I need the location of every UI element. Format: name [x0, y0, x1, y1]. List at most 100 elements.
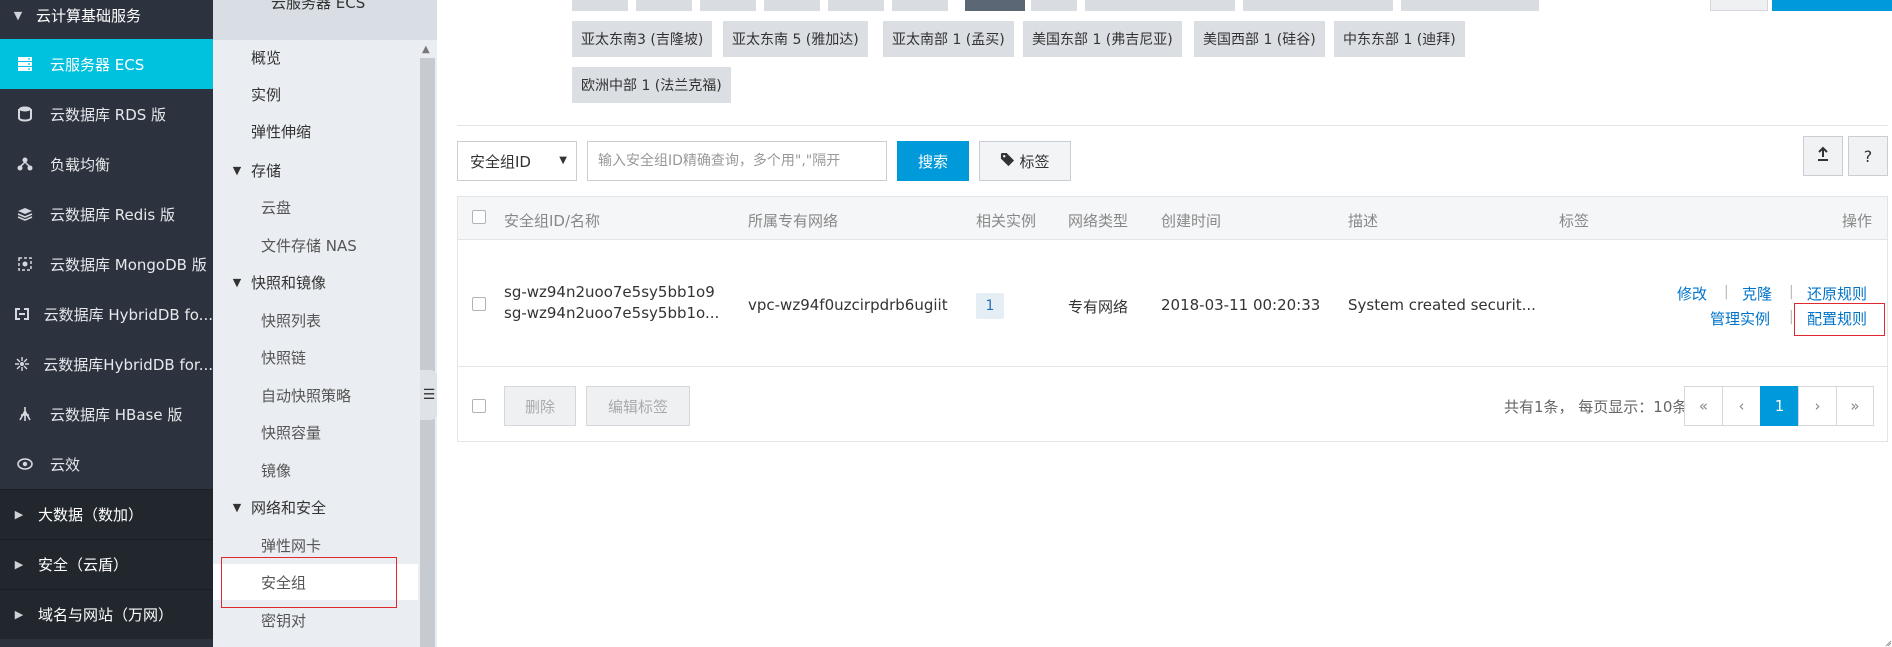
security-group-id[interactable]: sg-wz94n2uoo7e5sy5bb1o9 [504, 283, 715, 301]
instance-count-badge[interactable]: 1 [976, 293, 1004, 319]
nav-item-hybriddb-2[interactable]: 云数据库HybridDB for... [0, 339, 213, 389]
nav-item-slb[interactable]: 负载均衡 [0, 139, 213, 189]
region-button-selected-partial[interactable] [965, 0, 1025, 11]
region-button-partial[interactable] [700, 0, 756, 11]
sidebar-item-nas[interactable]: 文件存储 NAS [213, 227, 418, 263]
region-button-partial[interactable] [1031, 0, 1077, 11]
region-button-partial[interactable] [1243, 0, 1393, 11]
nav-item-mongodb[interactable]: 云数据库 MongoDB 版 [0, 239, 213, 289]
region-button[interactable]: 亚太东南 5 (雅加达) [723, 21, 868, 57]
sidebar-item-snapshot-list[interactable]: 快照列表 [213, 302, 418, 338]
sidebar-item-disks[interactable]: 云盘 [213, 189, 418, 225]
scroll-up-icon[interactable]: ▲ [422, 44, 430, 55]
toolbar-button-partial[interactable] [1710, 0, 1768, 11]
caret-right-icon: ▶ [14, 608, 24, 621]
network-type: 专有网络 [1068, 298, 1129, 316]
nav-item-ecs[interactable]: 云服务器 ECS [0, 39, 213, 89]
delete-button[interactable]: 删除 [504, 386, 576, 426]
sidebar-item-instances[interactable]: 实例 [213, 76, 418, 112]
nav-group-domains[interactable]: ▶ 域名与网站（万网） [0, 589, 213, 639]
filter-type-select[interactable]: 安全组ID ▼ [457, 141, 577, 181]
region-button[interactable]: 中东东部 1 (迪拜) [1334, 21, 1465, 57]
sidebar-section-label: 存储 [251, 161, 282, 180]
sidebar-section-snapshots[interactable]: ▼ 快照和镜像 [213, 264, 418, 300]
sidebar-section-network[interactable]: ▼ 网络和安全 [213, 489, 418, 525]
region-button[interactable]: 美国东部 1 (弗吉尼亚) [1023, 21, 1182, 57]
sidebar-item-overview[interactable]: 概览 [213, 39, 418, 75]
footer-select-checkbox[interactable] [472, 399, 486, 413]
vpc-id[interactable]: vpc-wz94f0uzcirpdrb6ugiit [748, 296, 948, 314]
nav-group-security[interactable]: ▶ 安全（云盾） [0, 539, 213, 589]
tag-filter-button[interactable]: 标签 [979, 141, 1071, 181]
region-button[interactable]: 欧洲中部 1 (法兰克福) [572, 67, 731, 103]
region-button-partial[interactable] [764, 0, 820, 11]
divider [457, 125, 1888, 126]
sidebar-item-autoscaling[interactable]: 弹性伸缩 [213, 113, 418, 149]
main-content: 亚太东南3 (吉隆坡) 亚太东南 5 (雅加达) 亚太南部 1 (孟买) 美国东… [437, 0, 1892, 647]
region-button-partial[interactable] [828, 0, 884, 11]
edit-tags-button[interactable]: 编辑标签 [586, 386, 690, 426]
sidebar-item-eni[interactable]: 弹性网卡 [213, 527, 418, 563]
scrollbar-thumb[interactable] [420, 58, 435, 647]
sidebar-item-auto-snapshot[interactable]: 自动快照策略 [213, 377, 418, 413]
nav-item-label: 云数据库 RDS 版 [50, 105, 167, 124]
col-header-description: 描述 [1348, 212, 1379, 230]
select-all-checkbox[interactable] [472, 210, 486, 224]
caret-down-icon: ▼ [13, 8, 23, 22]
row-checkbox[interactable] [472, 297, 486, 311]
nav-item-hbase[interactable]: 云数据库 HBase 版 [0, 389, 213, 439]
sidebar-section-storage[interactable]: ▼ 存储 [213, 152, 418, 188]
sidebar-item-snapshot-capacity[interactable]: 快照容量 [213, 414, 418, 450]
pagination-current-page[interactable]: 1 [1760, 386, 1799, 426]
nav-item-rds[interactable]: 云数据库 RDS 版 [0, 89, 213, 139]
region-button-partial[interactable] [636, 0, 692, 11]
sidebar-item-security-groups[interactable]: 安全组 [213, 564, 418, 600]
separator: | [1724, 284, 1729, 300]
region-button-partial[interactable] [892, 0, 948, 11]
configure-rules-link[interactable]: 配置规则 [1807, 308, 1867, 329]
export-button[interactable] [1803, 136, 1843, 176]
nav-item-hybriddb-1[interactable]: 云数据库 HybridDB fo... [0, 289, 213, 339]
search-button[interactable]: 搜索 [897, 141, 969, 181]
nav-item-label: 负载均衡 [50, 155, 111, 174]
sidebar-collapse-toggle[interactable]: ☰ [420, 370, 438, 420]
sidebar-item-keypairs[interactable]: 密钥对 [213, 602, 418, 638]
nav-item-yunxiao[interactable]: 云效 [0, 439, 213, 489]
col-header-instances: 相关实例 [976, 212, 1037, 230]
sidebar-section-label: 网络和安全 [251, 498, 327, 517]
region-button-partial[interactable] [1401, 0, 1539, 11]
sidebar-item-label: 实例 [251, 85, 282, 104]
clone-link[interactable]: 克隆 [1742, 283, 1772, 304]
sidebar-item-images[interactable]: 镜像 [213, 452, 418, 488]
create-button-partial[interactable] [1772, 0, 1892, 11]
manage-instances-link[interactable]: 管理实例 [1710, 308, 1770, 329]
nav-group-bigdata[interactable]: ▶ 大数据（数加） [0, 489, 213, 539]
pagination-first[interactable]: « [1684, 386, 1723, 426]
mongodb-icon [0, 255, 50, 273]
filter-type-value: 安全组ID [470, 152, 531, 171]
restore-rules-link[interactable]: 还原规则 [1807, 283, 1867, 304]
region-button[interactable]: 亚太南部 1 (孟买) [883, 21, 1014, 57]
help-button[interactable]: ? [1848, 136, 1888, 176]
region-label: 亚太东南3 (吉隆坡) [581, 32, 704, 48]
modify-link[interactable]: 修改 [1677, 283, 1707, 304]
resize-corner-icon [1885, 620, 1892, 647]
region-button-partial[interactable] [572, 0, 628, 11]
pagination-last[interactable]: » [1836, 386, 1874, 426]
nav-group-cloud-basics[interactable]: ▼ 云计算基础服务 [0, 0, 213, 30]
nav-item-redis[interactable]: 云数据库 Redis 版 [0, 189, 213, 239]
sidebar-item-label: 文件存储 NAS [261, 236, 357, 255]
hybriddb-icon [0, 305, 44, 323]
region-button[interactable]: 亚太东南3 (吉隆坡) [572, 21, 713, 57]
region-button[interactable]: 美国西部 1 (硅谷) [1194, 21, 1325, 57]
export-icon [1815, 146, 1831, 166]
ecs-sidebar: 云服务器 ECS 概览 实例 弹性伸缩 ▼ 存储 云盘 文件存储 NAS ▼ 快照和… [213, 0, 437, 647]
sidebar-item-snapshot-chain[interactable]: 快照链 [213, 339, 418, 375]
search-input[interactable] [587, 141, 887, 181]
region-button-partial[interactable] [1085, 0, 1235, 11]
pagination-next[interactable]: › [1798, 386, 1837, 426]
sidebar-item-label: 快照列表 [261, 311, 322, 330]
pagination-prev[interactable]: ‹ [1722, 386, 1761, 426]
tag-icon [1000, 152, 1015, 171]
sidebar-scrollbar[interactable]: ▲ [418, 40, 437, 647]
